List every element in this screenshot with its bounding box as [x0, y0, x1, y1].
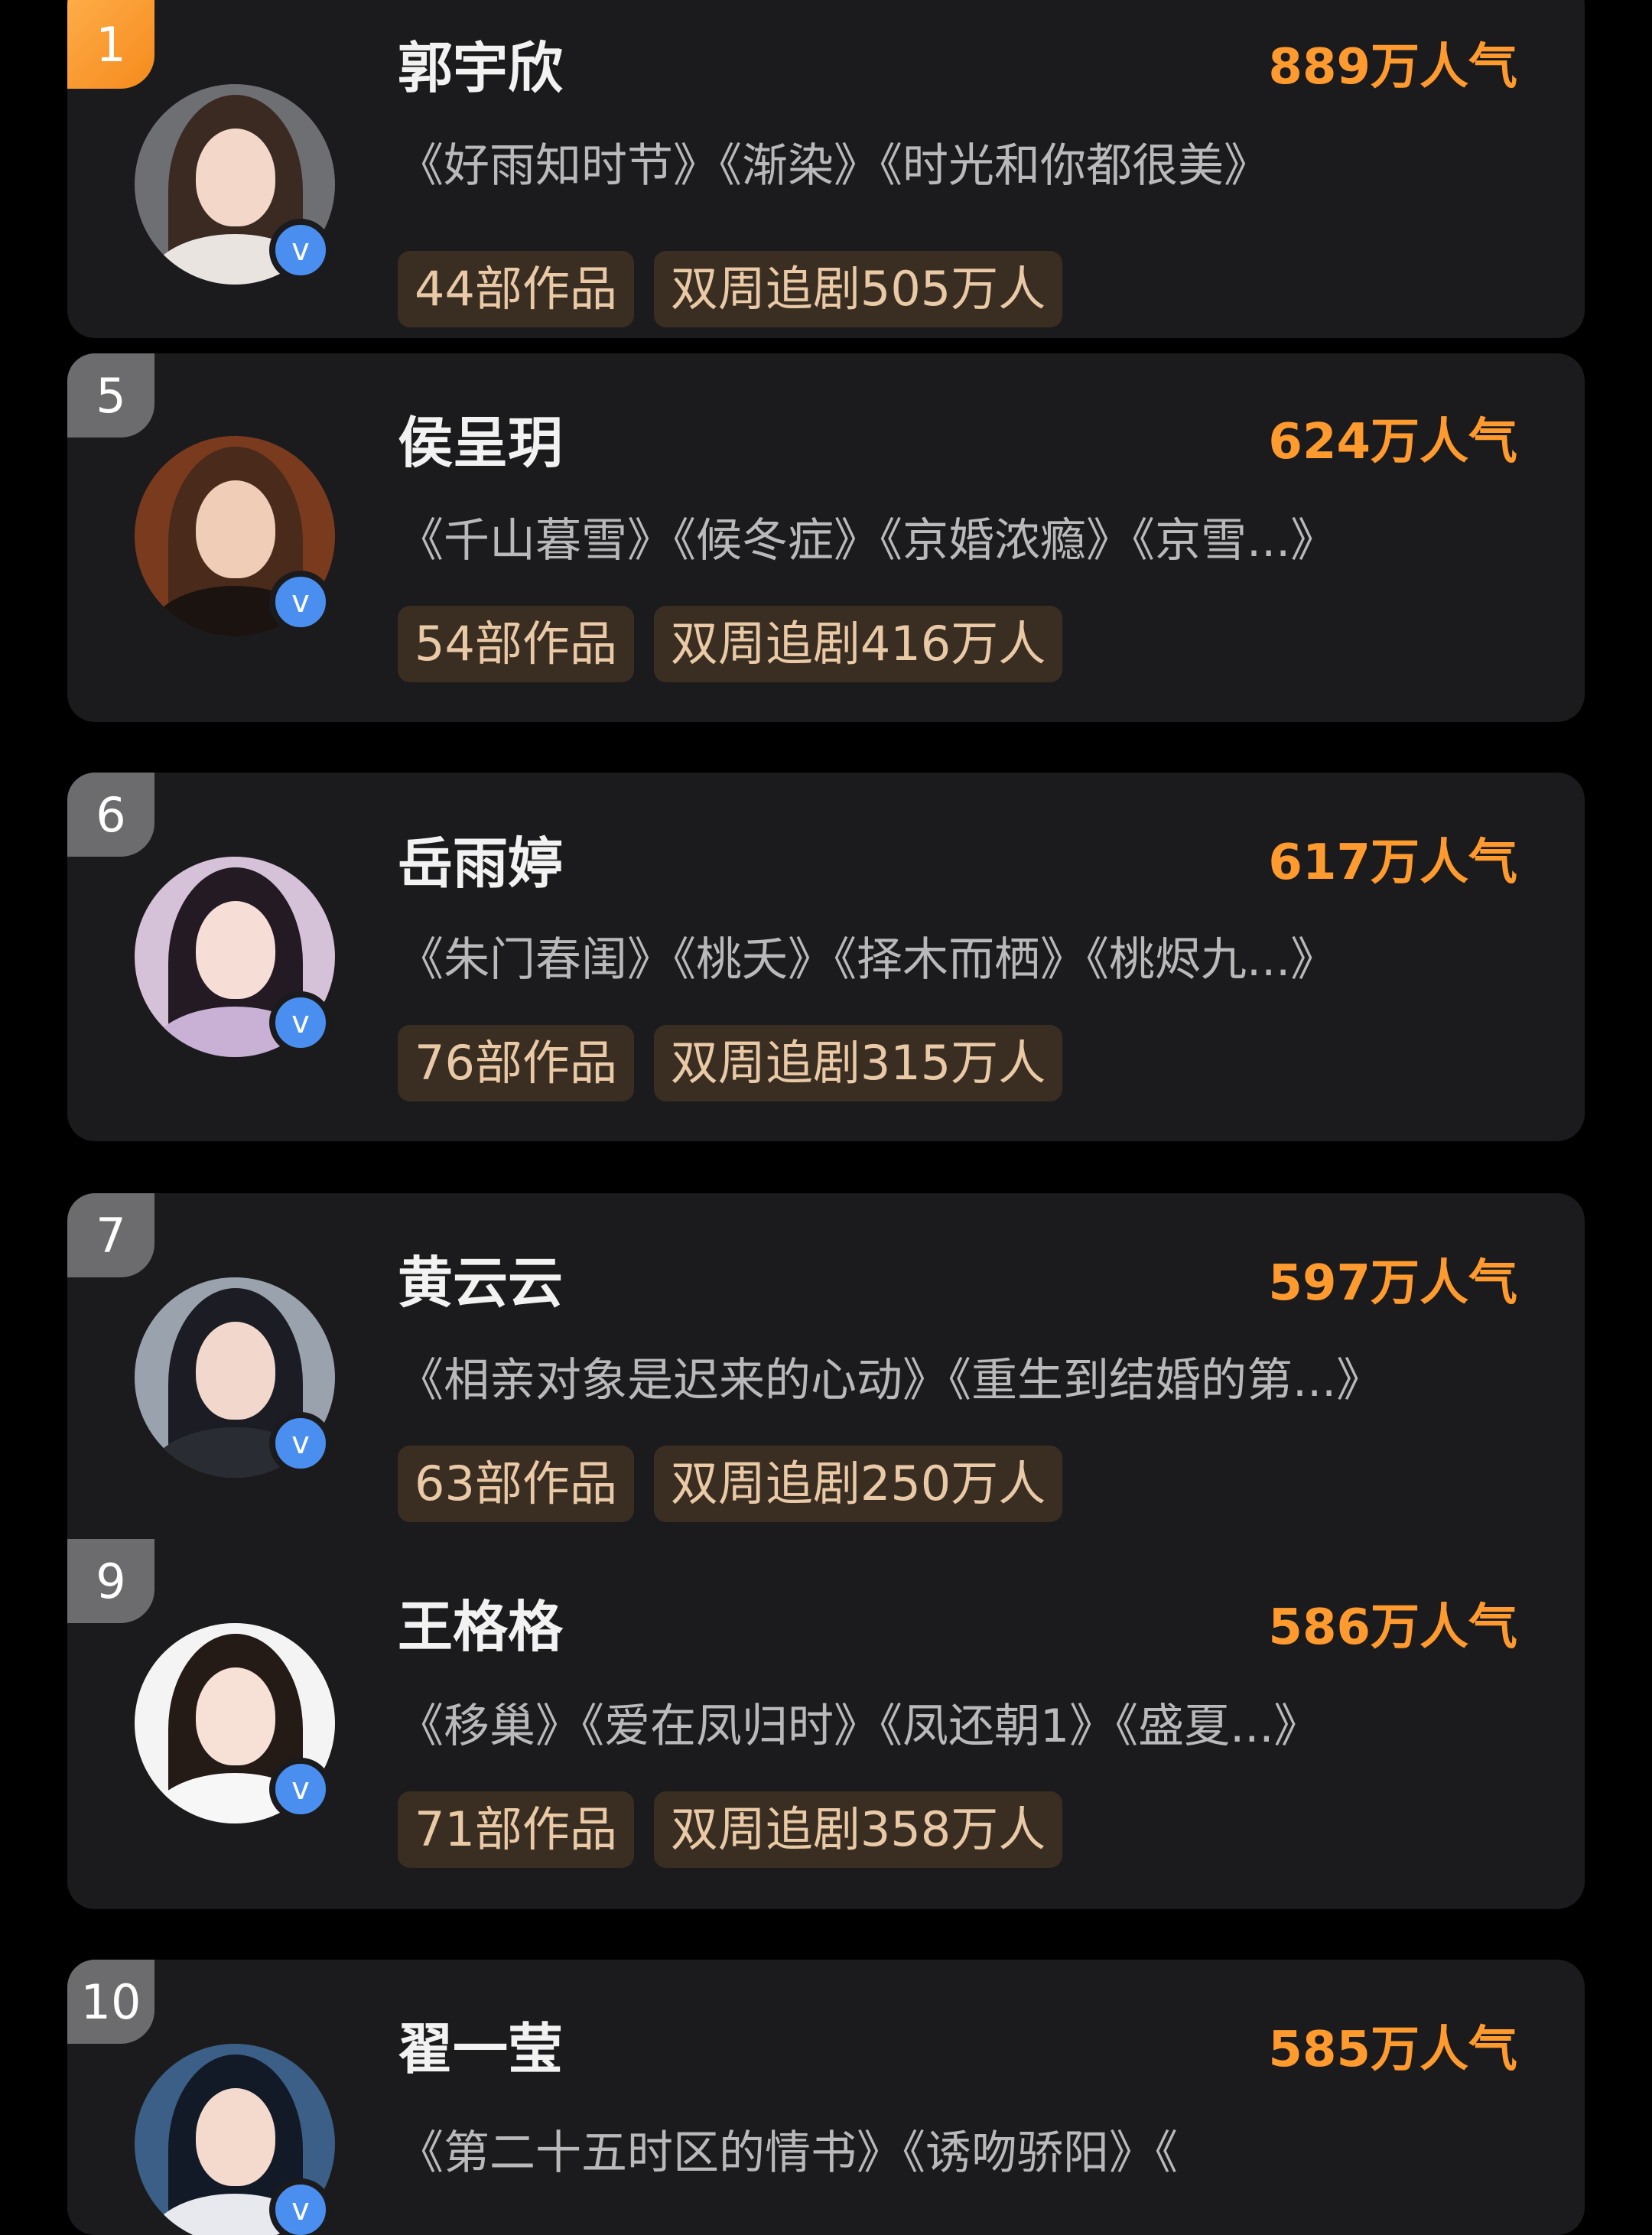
rank-badge: 9 — [67, 1539, 154, 1623]
rank-badge: 7 — [67, 1193, 154, 1277]
viewers-tag: 双周追剧315万人 — [653, 1025, 1063, 1101]
verified-icon: v — [269, 571, 332, 633]
tag-row: 54部作品 双周追剧416万人 — [398, 606, 1063, 682]
works-list: 《移巢》《爱在凤归时》《凤还朝1》《盛夏...》 — [398, 1700, 1320, 1753]
verified-icon: v — [269, 991, 332, 1054]
works-list: 《朱门春闺》《桃夭》《择木而栖》《桃烬九...》 — [398, 933, 1337, 987]
popularity-count: 585万人气 — [1268, 2022, 1517, 2078]
actor-card-rank-6[interactable]: 6 v 岳雨婷 617万人气 《朱门春闺》《桃夭》《择木而栖》《桃烬九...》 … — [67, 773, 1585, 1141]
popularity-count: 624万人气 — [1268, 414, 1517, 470]
works-count-tag: 71部作品 — [398, 1791, 634, 1868]
rank-badge: 10 — [67, 1960, 154, 2044]
actor-card-rank-7[interactable]: 7 v 黄云云 597万人气 《相亲对象是迟来的心动》《重生到结婚的第...》 … — [67, 1193, 1585, 1539]
works-count-tag: 76部作品 — [398, 1025, 634, 1101]
verified-icon: v — [269, 2178, 332, 2235]
tag-row: 71部作品 双周追剧358万人 — [398, 1791, 1063, 1868]
actor-name: 岳雨婷 — [398, 831, 564, 896]
tag-row: 63部作品 双周追剧250万人 — [398, 1446, 1063, 1522]
actor-card-rank-10[interactable]: 10 v 翟一莹 585万人气 《第二十五时区的情书》《诱吻骄阳》《 — [67, 1960, 1585, 2235]
actor-card-rank-9[interactable]: 9 v 王格格 586万人气 《移巢》《爱在凤归时》《凤还朝1》《盛夏...》 … — [67, 1539, 1585, 1909]
actor-card-rank-1[interactable]: 1 v 郭宇欣 889万人气 《好雨知时节》《渐染》《时光和你都很美》 44部作… — [67, 0, 1585, 338]
works-list: 《第二十五时区的情书》《诱吻骄阳》《 — [398, 2126, 1178, 2180]
tag-row: 76部作品 双周追剧315万人 — [398, 1025, 1063, 1101]
actor-name: 侯呈玥 — [398, 411, 564, 475]
actor-name: 郭宇欣 — [398, 36, 564, 100]
actor-name: 翟一莹 — [398, 2017, 564, 2081]
verified-icon: v — [269, 1758, 332, 1820]
popularity-count: 889万人气 — [1268, 39, 1517, 96]
viewers-tag: 双周追剧250万人 — [653, 1446, 1063, 1522]
popularity-count: 586万人气 — [1268, 1599, 1517, 1656]
works-count-tag: 63部作品 — [398, 1446, 634, 1522]
actor-card-rank-5[interactable]: 5 v 侯呈玥 624万人气 《千山暮雪》《候冬症》《京婚浓瘾》《京雪...》 … — [67, 353, 1585, 722]
rank-badge: 6 — [67, 773, 154, 857]
rank-badge: 1 — [67, 0, 154, 89]
popularity-count: 617万人气 — [1268, 834, 1517, 891]
tag-row: 44部作品 双周追剧505万人 — [398, 251, 1063, 327]
viewers-tag: 双周追剧505万人 — [653, 251, 1063, 327]
works-count-tag: 54部作品 — [398, 606, 634, 682]
verified-icon: v — [269, 219, 332, 281]
works-list: 《千山暮雪》《候冬症》《京婚浓瘾》《京雪...》 — [398, 514, 1337, 568]
works-list: 《好雨知时节》《渐染》《时光和你都很美》 — [398, 139, 1270, 193]
rank-badge: 5 — [67, 353, 154, 438]
actor-name: 黄云云 — [398, 1251, 564, 1315]
viewers-tag: 双周追剧358万人 — [653, 1791, 1063, 1868]
actor-name: 王格格 — [398, 1595, 564, 1659]
viewers-tag: 双周追剧416万人 — [653, 606, 1063, 682]
works-count-tag: 44部作品 — [398, 251, 634, 327]
verified-icon: v — [269, 1412, 332, 1475]
works-list: 《相亲对象是迟来的心动》《重生到结婚的第...》 — [398, 1354, 1383, 1407]
popularity-count: 597万人气 — [1268, 1255, 1517, 1312]
